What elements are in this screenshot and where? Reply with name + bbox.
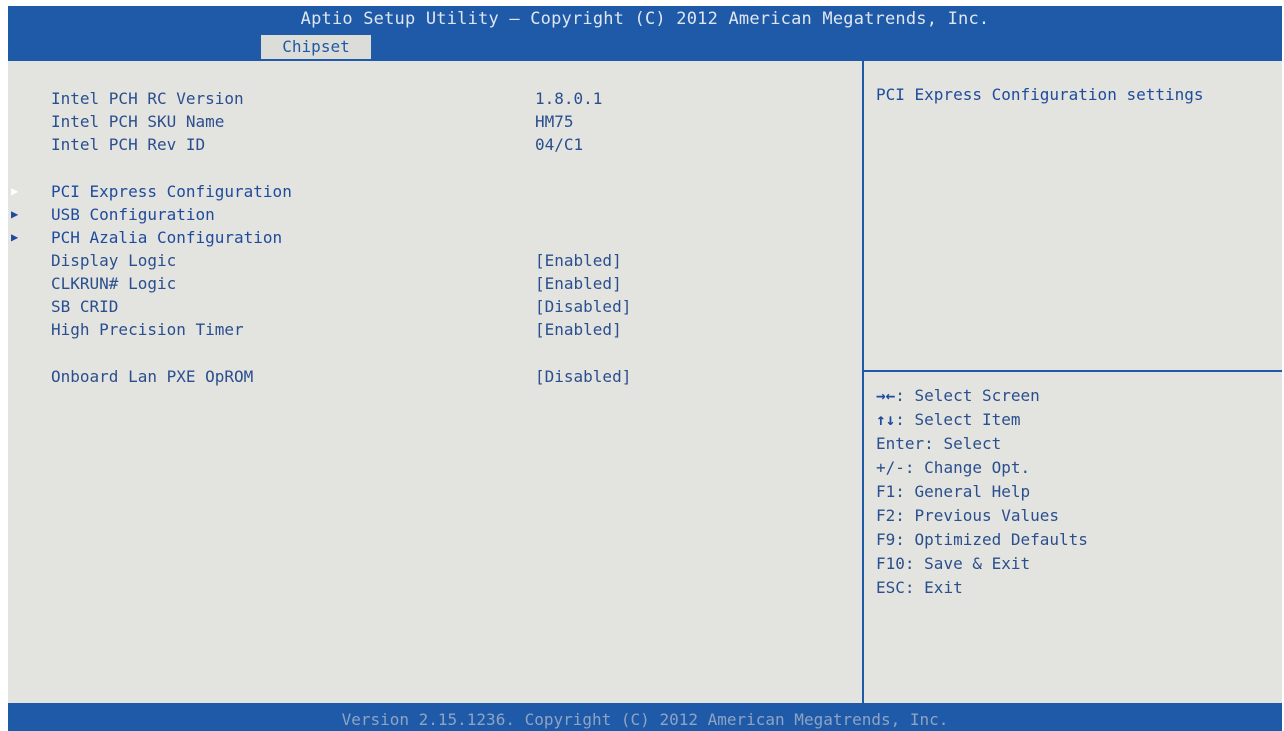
arrows-left-right-icon: →← [876,386,896,405]
header-bar: Aptio Setup Utility – Copyright (C) 2012… [8,6,1282,59]
submenu-label: PCI Express Configuration [51,182,292,201]
key-hint-select-item: ↑↓: Select Item [876,408,1276,432]
key-desc: : Previous Values [895,506,1060,525]
info-row-sku-name: Intel PCH SKU Name HM75 [51,110,851,133]
key-name: F2 [876,506,896,525]
info-row-rev-id: Intel PCH Rev ID 04/C1 [51,133,851,156]
key-desc: : Select [924,434,1002,453]
key-name: Enter [876,434,925,453]
submenu-usb-configuration[interactable]: ▶ USB Configuration [11,203,851,226]
info-label: Intel PCH RC Version [51,89,244,108]
submenu-label: PCH Azalia Configuration [51,228,283,247]
setting-onboard-lan-pxe-oprom[interactable]: Onboard Lan PXE OpROM [Disabled] [51,365,851,388]
key-name: +/- [876,458,905,477]
submenu-pch-azalia-configuration[interactable]: ▶ PCH Azalia Configuration [11,226,851,249]
key-legend: →←: Select Screen ↑↓: Select Item Enter:… [876,384,1276,600]
info-value: HM75 [535,112,574,131]
key-hint-change-opt: +/-: Change Opt. [876,456,1276,480]
setting-label: CLKRUN# Logic [51,274,177,293]
triangle-right-icon: ▶ [11,207,19,221]
key-hint-f9: F9: Optimized Defaults [876,528,1276,552]
key-desc: : Optimized Defaults [895,530,1088,549]
submenu-label: USB Configuration [51,205,215,224]
key-name: F9 [876,530,896,549]
setting-sb-crid[interactable]: SB CRID [Disabled] [51,295,851,318]
info-label: Intel PCH SKU Name [51,112,225,131]
help-panel: PCI Express Configuration settings →←: S… [864,59,1282,703]
setting-value[interactable]: [Enabled] [535,318,622,341]
key-desc: : Save & Exit [904,554,1031,573]
triangle-right-icon: ▶ [11,230,19,244]
key-hint-f1: F1: General Help [876,480,1276,504]
main-settings-panel: Intel PCH RC Version 1.8.0.1 Intel PCH S… [8,59,864,703]
key-desc: : Select Screen [895,386,1040,405]
key-hint-select-screen: →←: Select Screen [876,384,1276,408]
info-value: 1.8.0.1 [535,89,603,108]
setting-clkrun-logic[interactable]: CLKRUN# Logic [Enabled] [51,272,851,295]
submenu-pci-express-configuration[interactable]: ▶ PCI Express Configuration [11,180,851,203]
bios-screen: Aptio Setup Utility – Copyright (C) 2012… [8,6,1282,731]
setting-high-precision-timer[interactable]: High Precision Timer [Enabled] [51,318,851,341]
setting-value[interactable]: [Disabled] [535,365,631,388]
key-name: F1 [876,482,896,501]
key-desc: : Change Opt. [904,458,1031,477]
key-hint-f2: F2: Previous Values [876,504,1276,528]
key-desc: : Select Item [895,410,1021,429]
key-hint-enter: Enter: Select [876,432,1276,456]
arrows-up-down-icon: ↑↓ [876,410,896,429]
setting-label: SB CRID [51,297,119,316]
setting-label: High Precision Timer [51,320,244,339]
setting-value[interactable]: [Enabled] [535,249,622,272]
header-title: Aptio Setup Utility – Copyright (C) 2012… [300,9,990,29]
footer-bar: Version 2.15.1236. Copyright (C) 2012 Am… [8,703,1282,731]
key-name: ESC [876,578,905,597]
setting-label: Display Logic [51,251,177,270]
key-hint-f10: F10: Save & Exit [876,552,1276,576]
triangle-right-icon: ▶ [11,184,19,198]
help-divider [864,370,1282,372]
setting-display-logic[interactable]: Display Logic [Enabled] [51,249,851,272]
help-description: PCI Express Configuration settings [876,85,1204,104]
setting-label: Onboard Lan PXE OpROM [51,367,254,386]
key-hint-esc: ESC: Exit [876,576,1276,600]
setting-value[interactable]: [Enabled] [535,272,622,295]
info-value: 04/C1 [535,135,584,154]
info-row-rc-version: Intel PCH RC Version 1.8.0.1 [51,87,851,110]
key-desc: : General Help [895,482,1031,501]
tab-chipset[interactable]: Chipset [261,35,371,59]
setting-value[interactable]: [Disabled] [535,295,631,318]
key-desc: : Exit [904,578,963,597]
footer-version-text: Version 2.15.1236. Copyright (C) 2012 Am… [341,710,949,729]
info-label: Intel PCH Rev ID [51,135,206,154]
key-name: F10 [876,554,905,573]
